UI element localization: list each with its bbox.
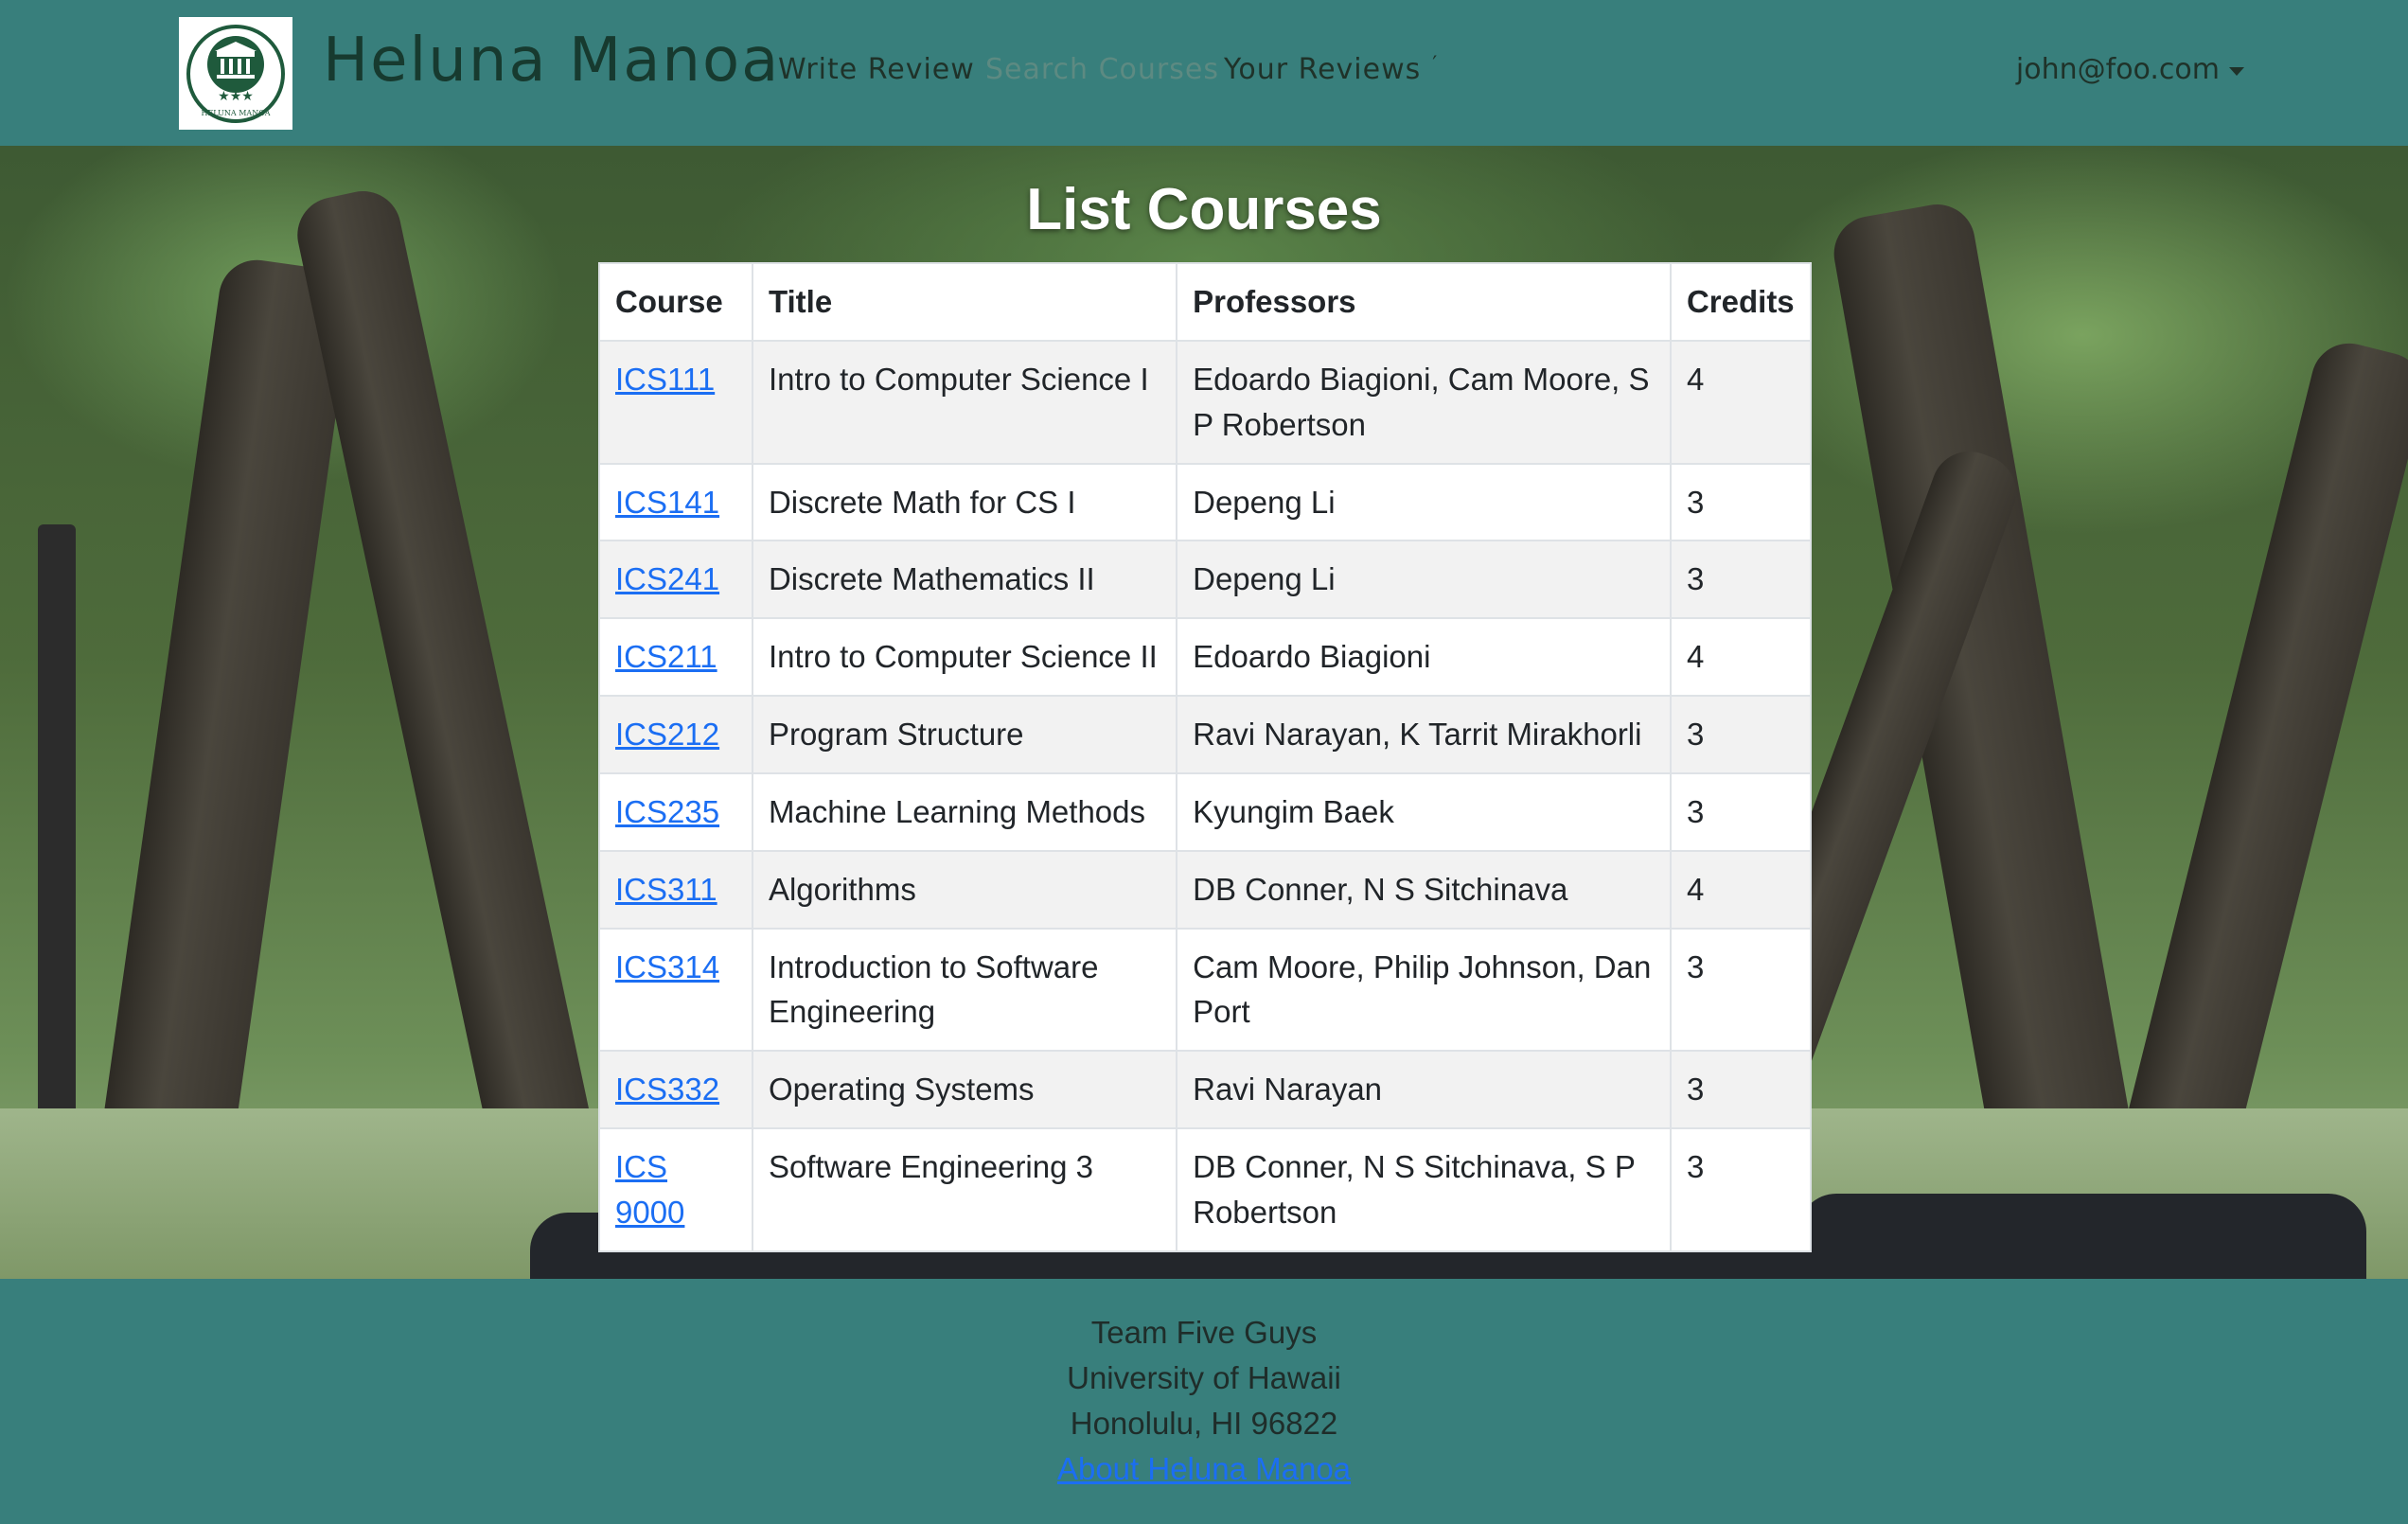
title-cell: Operating Systems [751,1050,1178,1130]
course-link[interactable]: ICS311 [615,872,717,907]
course-link[interactable]: ICS111 [615,362,715,397]
course-link[interactable]: ICS141 [615,485,719,520]
footer-team: Team Five Guys [1090,1315,1318,1350]
credits-cell: 4 [1669,339,1813,465]
table-row: ICS111 Intro to Computer Science I Edoar… [598,339,1813,465]
professors-cell: DB Conner, N S Sitchinava [1176,849,1672,930]
course-link[interactable]: ICS235 [615,794,719,829]
nav-your-reviews[interactable]: Your Reviews ′ [1224,53,1438,87]
professors-cell: Kyungim Baek [1176,771,1672,852]
course-cell: ICS241 [598,540,753,620]
title-cell: Intro to Computer Science II [751,617,1178,698]
credits-cell: 3 [1669,771,1813,852]
table-row: ICS332 Operating Systems Ravi Narayan 3 [598,1050,1813,1130]
user-dropdown[interactable]: john@foo.com [2016,53,2244,87]
nav-write-review[interactable]: Write Review [778,53,975,87]
navbar: ★★★ HELUNA MANOA Heluna Manoa Write Revi… [0,0,2408,146]
credits-cell: 3 [1669,1127,1813,1252]
title-cell: Software Engineering 3 [751,1127,1178,1252]
footer-university: University of Hawaii [1067,1360,1341,1395]
table-row: ICS 9000 Software Engineering 3 DB Conne… [598,1127,1813,1252]
course-link[interactable]: ICS211 [615,639,717,674]
nav-search-courses[interactable]: Search Courses [985,53,1219,87]
professors-cell: Ravi Narayan, K Tarrit Mirakhorli [1176,695,1672,774]
title-cell: Introduction to Software Engineering [751,927,1178,1053]
page-title: List Courses [1026,177,1382,242]
professors-cell: Cam Moore, Philip Johnson, Dan Port [1176,927,1672,1053]
nav-your-reviews-label: Your Reviews [1224,53,1422,86]
professors-cell: Ravi Narayan [1176,1050,1672,1130]
footer-address: Honolulu, HI 96822 [1070,1406,1338,1441]
column-header-credits: Credits [1669,262,1813,342]
table-row: ICS314 Introduction to Software Engineer… [598,927,1813,1053]
footer-about-link[interactable]: About Heluna Manoa [1057,1451,1351,1486]
professors-cell: Edoardo Biagioni, Cam Moore, S P Roberts… [1176,339,1672,465]
title-cell: Machine Learning Methods [751,771,1178,852]
course-cell: ICS141 [598,462,753,542]
courses-table: Course Title Professors Credits ICS111 I… [598,262,1813,1252]
caret-down-icon [2229,66,2244,76]
credits-cell: 3 [1669,462,1813,542]
professors-cell: DB Conner, N S Sitchinava, S P Robertson [1176,1127,1672,1252]
table-row: ICS235 Machine Learning Methods Kyungim … [598,771,1813,852]
course-cell: ICS311 [598,849,753,930]
credits-cell: 3 [1669,1050,1813,1130]
course-link[interactable]: ICS332 [615,1072,719,1107]
course-link[interactable]: ICS 9000 [615,1149,684,1230]
course-cell: ICS235 [598,771,753,852]
brand-name[interactable]: Heluna Manoa [323,25,780,97]
title-cell: Algorithms [751,849,1178,930]
title-cell: Discrete Mathematics II [751,540,1178,620]
credits-cell: 4 [1669,849,1813,930]
professors-cell: Depeng Li [1176,462,1672,542]
column-header-professors: Professors [1176,262,1672,342]
table-row: ICS212 Program Structure Ravi Narayan, K… [598,695,1813,774]
title-cell: Program Structure [751,695,1178,774]
professors-cell: Edoardo Biagioni [1176,617,1672,698]
logo-emblem-icon: ★★★ HELUNA MANOA [186,24,285,123]
table-row: ICS241 Discrete Mathematics II Depeng Li… [598,540,1813,620]
course-cell: ICS314 [598,927,753,1053]
apostrophe-mark-icon: ′ [1432,53,1439,77]
credits-cell: 3 [1669,695,1813,774]
course-cell: ICS211 [598,617,753,698]
column-header-course: Course [598,262,753,342]
user-email: john@foo.com [2015,53,2220,86]
logo-text: HELUNA MANOA [201,109,270,117]
course-cell: ICS111 [598,339,753,465]
column-header-title: Title [751,262,1178,342]
logo[interactable]: ★★★ HELUNA MANOA [179,17,292,130]
credits-cell: 4 [1669,617,1813,698]
course-link[interactable]: ICS314 [615,949,719,984]
professors-cell: Depeng Li [1176,540,1672,620]
table-row: ICS311 Algorithms DB Conner, N S Sitchin… [598,849,1813,930]
table-header-row: Course Title Professors Credits [598,262,1813,342]
title-cell: Intro to Computer Science I [751,339,1178,465]
credits-cell: 3 [1669,927,1813,1053]
table-row: ICS211 Intro to Computer Science II Edoa… [598,617,1813,698]
footer: Team Five Guys University of Hawaii Hono… [0,1279,2408,1524]
title-cell: Discrete Math for CS I [751,462,1178,542]
course-link[interactable]: ICS212 [615,717,719,752]
table-row: ICS141 Discrete Math for CS I Depeng Li … [598,462,1813,542]
course-cell: ICS 9000 [598,1127,753,1252]
course-cell: ICS212 [598,695,753,774]
course-link[interactable]: ICS241 [615,561,719,596]
credits-cell: 3 [1669,540,1813,620]
course-cell: ICS332 [598,1050,753,1130]
svg-text:★★★: ★★★ [218,89,254,104]
